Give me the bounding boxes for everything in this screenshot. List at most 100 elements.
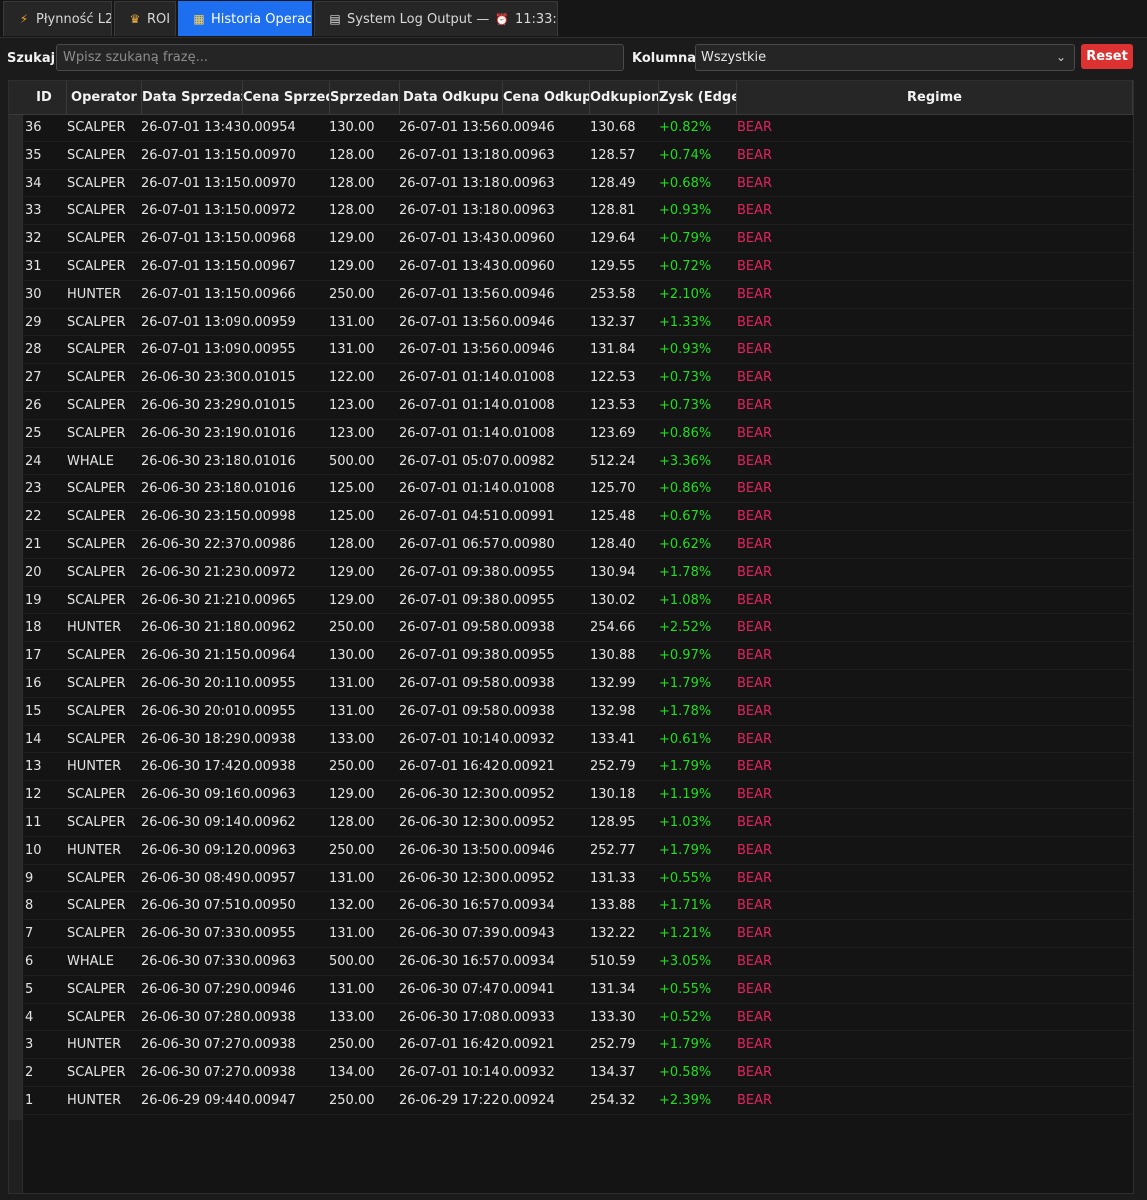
table-row[interactable]: 33 SCALPER 26-07-01 13:15 0.00972 128.00 26-0… (22, 197, 1133, 226)
table-row[interactable]: 14 SCALPER 26-06-30 18:29 0.00938 133.00 26-0… (22, 726, 1133, 754)
table-row[interactable]: 24 WHALE 26-06-30 23:18 0.01016 500.00 26-07-… (22, 448, 1133, 476)
table-row[interactable]: 30 HUNTER 26-07-01 13:15 0.00966 250.00 26-07… (22, 281, 1133, 309)
cell-odkupiono: 254.66 (590, 620, 636, 636)
cell-odkupiono: 252.79 (590, 1037, 636, 1053)
table-row[interactable]: 36 SCALPER 26-07-01 13:43 0.00954 130.00 26-0… (22, 114, 1133, 142)
table-row[interactable]: 6 WHALE 26-06-30 07:33 0.00963 500.00 26-06-3… (22, 948, 1133, 976)
table-row[interactable]: 31 SCALPER 26-07-01 13:15 0.00967 129.00 26-0… (22, 253, 1133, 281)
cell-data-sprzedazy: 26-07-01 13:15 (141, 231, 240, 247)
cell-data-sprzedazy: 26-06-30 09:14 (141, 815, 240, 830)
table-row[interactable]: 15 SCALPER 26-06-30 20:01 0.00955 131.00 26-0… (22, 698, 1133, 726)
cell-regime: BEAR (737, 787, 773, 803)
cell-odkupiono: 131.34 (590, 981, 636, 997)
table-row[interactable]: 35 SCALPER 26-07-01 13:15 0.00970 128.00 26-0… (22, 142, 1133, 170)
cell-regime: BEAR (737, 175, 773, 191)
lightning-icon: ⚡ (19, 12, 29, 26)
column-select[interactable]: Wszystkie ⌄ (695, 44, 1075, 71)
cell-cena-odkupu: 0.00952 (501, 815, 555, 830)
table-row[interactable]: 11 SCALPER 26-06-30 09:14 0.00962 128.00 26-0… (22, 809, 1133, 837)
tab-plynnosc-l2[interactable]: ⚡ Płynność L2 (3, 1, 112, 36)
cell-operator: WHALE (67, 453, 114, 469)
table-row[interactable]: 4 SCALPER 26-06-30 07:28 0.00938 133.00 26-06… (22, 1004, 1133, 1032)
table-row[interactable]: 13 HUNTER 26-06-30 17:42 0.00938 250.00 26-07… (22, 753, 1133, 782)
table-corner (9, 81, 22, 115)
cell-cena-odkupu: 0.00938 (501, 676, 555, 691)
reset-button[interactable]: Reset (1081, 44, 1133, 69)
sort-indicator-icon: ˅ (22, 81, 66, 89)
cell-odkupiono: 128.57 (590, 147, 636, 163)
cell-data-odkupu: 26-07-01 09:58 (399, 620, 500, 636)
table-row[interactable]: 16 SCALPER 26-06-30 20:11 0.00955 131.00 26-0… (22, 670, 1133, 698)
cell-odkupiono: 133.41 (590, 731, 636, 747)
cell-zysk-edge: +0.82% (659, 120, 712, 135)
tab-historia-operacji[interactable]: ▦ Historia Operacji (178, 1, 312, 36)
cell-zysk-edge: +0.74% (659, 147, 712, 163)
cell-cena-sprzedazy: 0.01016 (242, 453, 296, 469)
cell-cena-odkupu: 0.00946 (501, 314, 555, 330)
column-header-odkupiono[interactable]: Odkupiono (590, 81, 659, 114)
tab-system-log-output[interactable]: ▤ System Log Output — ⏰ 11:33:20 (314, 1, 558, 36)
table-row[interactable]: 25 SCALPER 26-06-30 23:19 0.01016 123.00 26-0… (22, 420, 1133, 448)
alarm-clock-icon: ⏰ (495, 13, 509, 26)
column-header-cena-odkupu[interactable]: Cena Odkupu (503, 81, 590, 114)
cell-data-sprzedazy: 26-07-01 13:15 (141, 175, 240, 191)
cell-sprzedano: 500.00 (329, 954, 375, 969)
cell-regime: BEAR (737, 509, 773, 525)
column-header-sprzedano[interactable]: Sprzedano (330, 81, 400, 114)
cell-sprzedano: 250.00 (329, 286, 375, 302)
tab-roi[interactable]: ♛ ROI (114, 1, 176, 36)
cell-id: 1 (25, 1093, 34, 1108)
search-input[interactable] (56, 44, 624, 71)
column-header-data-odkupu[interactable]: Data Odkupu (400, 81, 503, 114)
cell-cena-odkupu: 0.00955 (501, 648, 555, 664)
table-row[interactable]: 3 HUNTER 26-06-30 07:27 0.00938 250.00 26-07-… (22, 1031, 1133, 1060)
cell-zysk-edge: +3.36% (659, 453, 712, 469)
table-row[interactable]: 19 SCALPER 26-06-30 21:21 0.00965 129.00 26-0… (22, 587, 1133, 615)
cell-data-odkupu: 26-07-01 09:58 (399, 703, 500, 719)
cell-cena-odkupu: 0.00921 (501, 1037, 555, 1053)
table-row[interactable]: 28 SCALPER 26-07-01 13:09 0.00955 131.00 26-0… (22, 336, 1133, 365)
column-header-zysk-edge[interactable]: Zysk (Edge) (659, 81, 737, 114)
column-header-data-sprzedazy[interactable]: Data Sprzedaży (142, 81, 243, 114)
table-row[interactable]: 21 SCALPER 26-06-30 22:37 0.00986 128.00 26-0… (22, 531, 1133, 559)
cell-regime: BEAR (737, 898, 773, 914)
table-row[interactable]: 29 SCALPER 26-07-01 13:09 0.00959 131.00 26-0… (22, 309, 1133, 337)
table-row[interactable]: 17 SCALPER 26-06-30 21:15 0.00964 130.00 26-0… (22, 642, 1133, 670)
column-header-cena-sprzedazy[interactable]: Cena Sprzedaży (243, 81, 330, 114)
table-row[interactable]: 34 SCALPER 26-07-01 13:15 0.00970 128.00 26-0… (22, 170, 1133, 198)
table-row[interactable]: 10 HUNTER 26-06-30 09:12 0.00963 250.00 26-06… (22, 837, 1133, 865)
cell-data-odkupu: 26-07-01 16:42 (399, 1037, 500, 1053)
cell-data-sprzedazy: 26-06-30 23:29 (141, 398, 240, 413)
table-row[interactable]: 22 SCALPER 26-06-30 23:15 0.00998 125.00 26-0… (22, 503, 1133, 531)
table-row[interactable]: 9 SCALPER 26-06-30 08:49 0.00957 131.00 26-06… (22, 865, 1133, 893)
table-row[interactable]: 20 SCALPER 26-06-30 21:23 0.00972 129.00 26-0… (22, 559, 1133, 587)
column-header-id[interactable]: ID˅ (22, 81, 67, 114)
cell-operator: SCALPER (67, 147, 126, 163)
table-row[interactable]: 26 SCALPER 26-06-30 23:29 0.01015 123.00 26-0… (22, 392, 1133, 420)
cell-odkupiono: 132.98 (590, 703, 636, 719)
table-row[interactable]: 32 SCALPER 26-07-01 13:15 0.00968 129.00 26-0… (22, 225, 1133, 253)
column-header-regime[interactable]: Regime (737, 81, 1133, 114)
column-header-operator[interactable]: Operator (67, 81, 142, 114)
table-row[interactable]: 8 SCALPER 26-06-30 07:51 0.00950 132.00 26-06… (22, 892, 1133, 921)
cell-cena-sprzedazy: 0.00970 (242, 175, 296, 191)
table-row[interactable]: 12 SCALPER 26-06-30 09:16 0.00963 129.00 26-0… (22, 781, 1133, 809)
cell-cena-odkupu: 0.00991 (501, 509, 555, 525)
cell-data-odkupu: 26-07-01 06:57 (399, 537, 500, 552)
cell-operator: HUNTER (67, 620, 122, 636)
table-row[interactable]: 18 HUNTER 26-06-30 21:18 0.00962 250.00 26-07… (22, 614, 1133, 643)
table-row[interactable]: 7 SCALPER 26-06-30 07:33 0.00955 131.00 26-06… (22, 920, 1133, 948)
cell-operator: SCALPER (67, 175, 126, 191)
cell-id: 16 (25, 676, 42, 691)
cell-regime: BEAR (737, 120, 773, 135)
table-row[interactable]: 5 SCALPER 26-06-30 07:29 0.00946 131.00 26-06… (22, 976, 1133, 1004)
table-row[interactable]: 27 SCALPER 26-06-30 23:30 0.01015 122.00 26-0… (22, 364, 1133, 392)
table-row[interactable]: 1 HUNTER 26-06-29 09:44 0.00947 250.00 26-06-… (22, 1087, 1133, 1115)
table-row[interactable]: 2 SCALPER 26-06-30 07:27 0.00938 134.00 26-07… (22, 1059, 1133, 1087)
cell-data-sprzedazy: 26-06-30 21:15 (141, 648, 240, 664)
cell-sprzedano: 250.00 (329, 1093, 375, 1108)
table-row[interactable]: 23 SCALPER 26-06-30 23:18 0.01016 125.00 26-0… (22, 475, 1133, 504)
cell-operator: SCALPER (67, 509, 126, 525)
cell-sprzedano: 131.00 (329, 676, 375, 691)
cell-odkupiono: 132.37 (590, 314, 636, 330)
